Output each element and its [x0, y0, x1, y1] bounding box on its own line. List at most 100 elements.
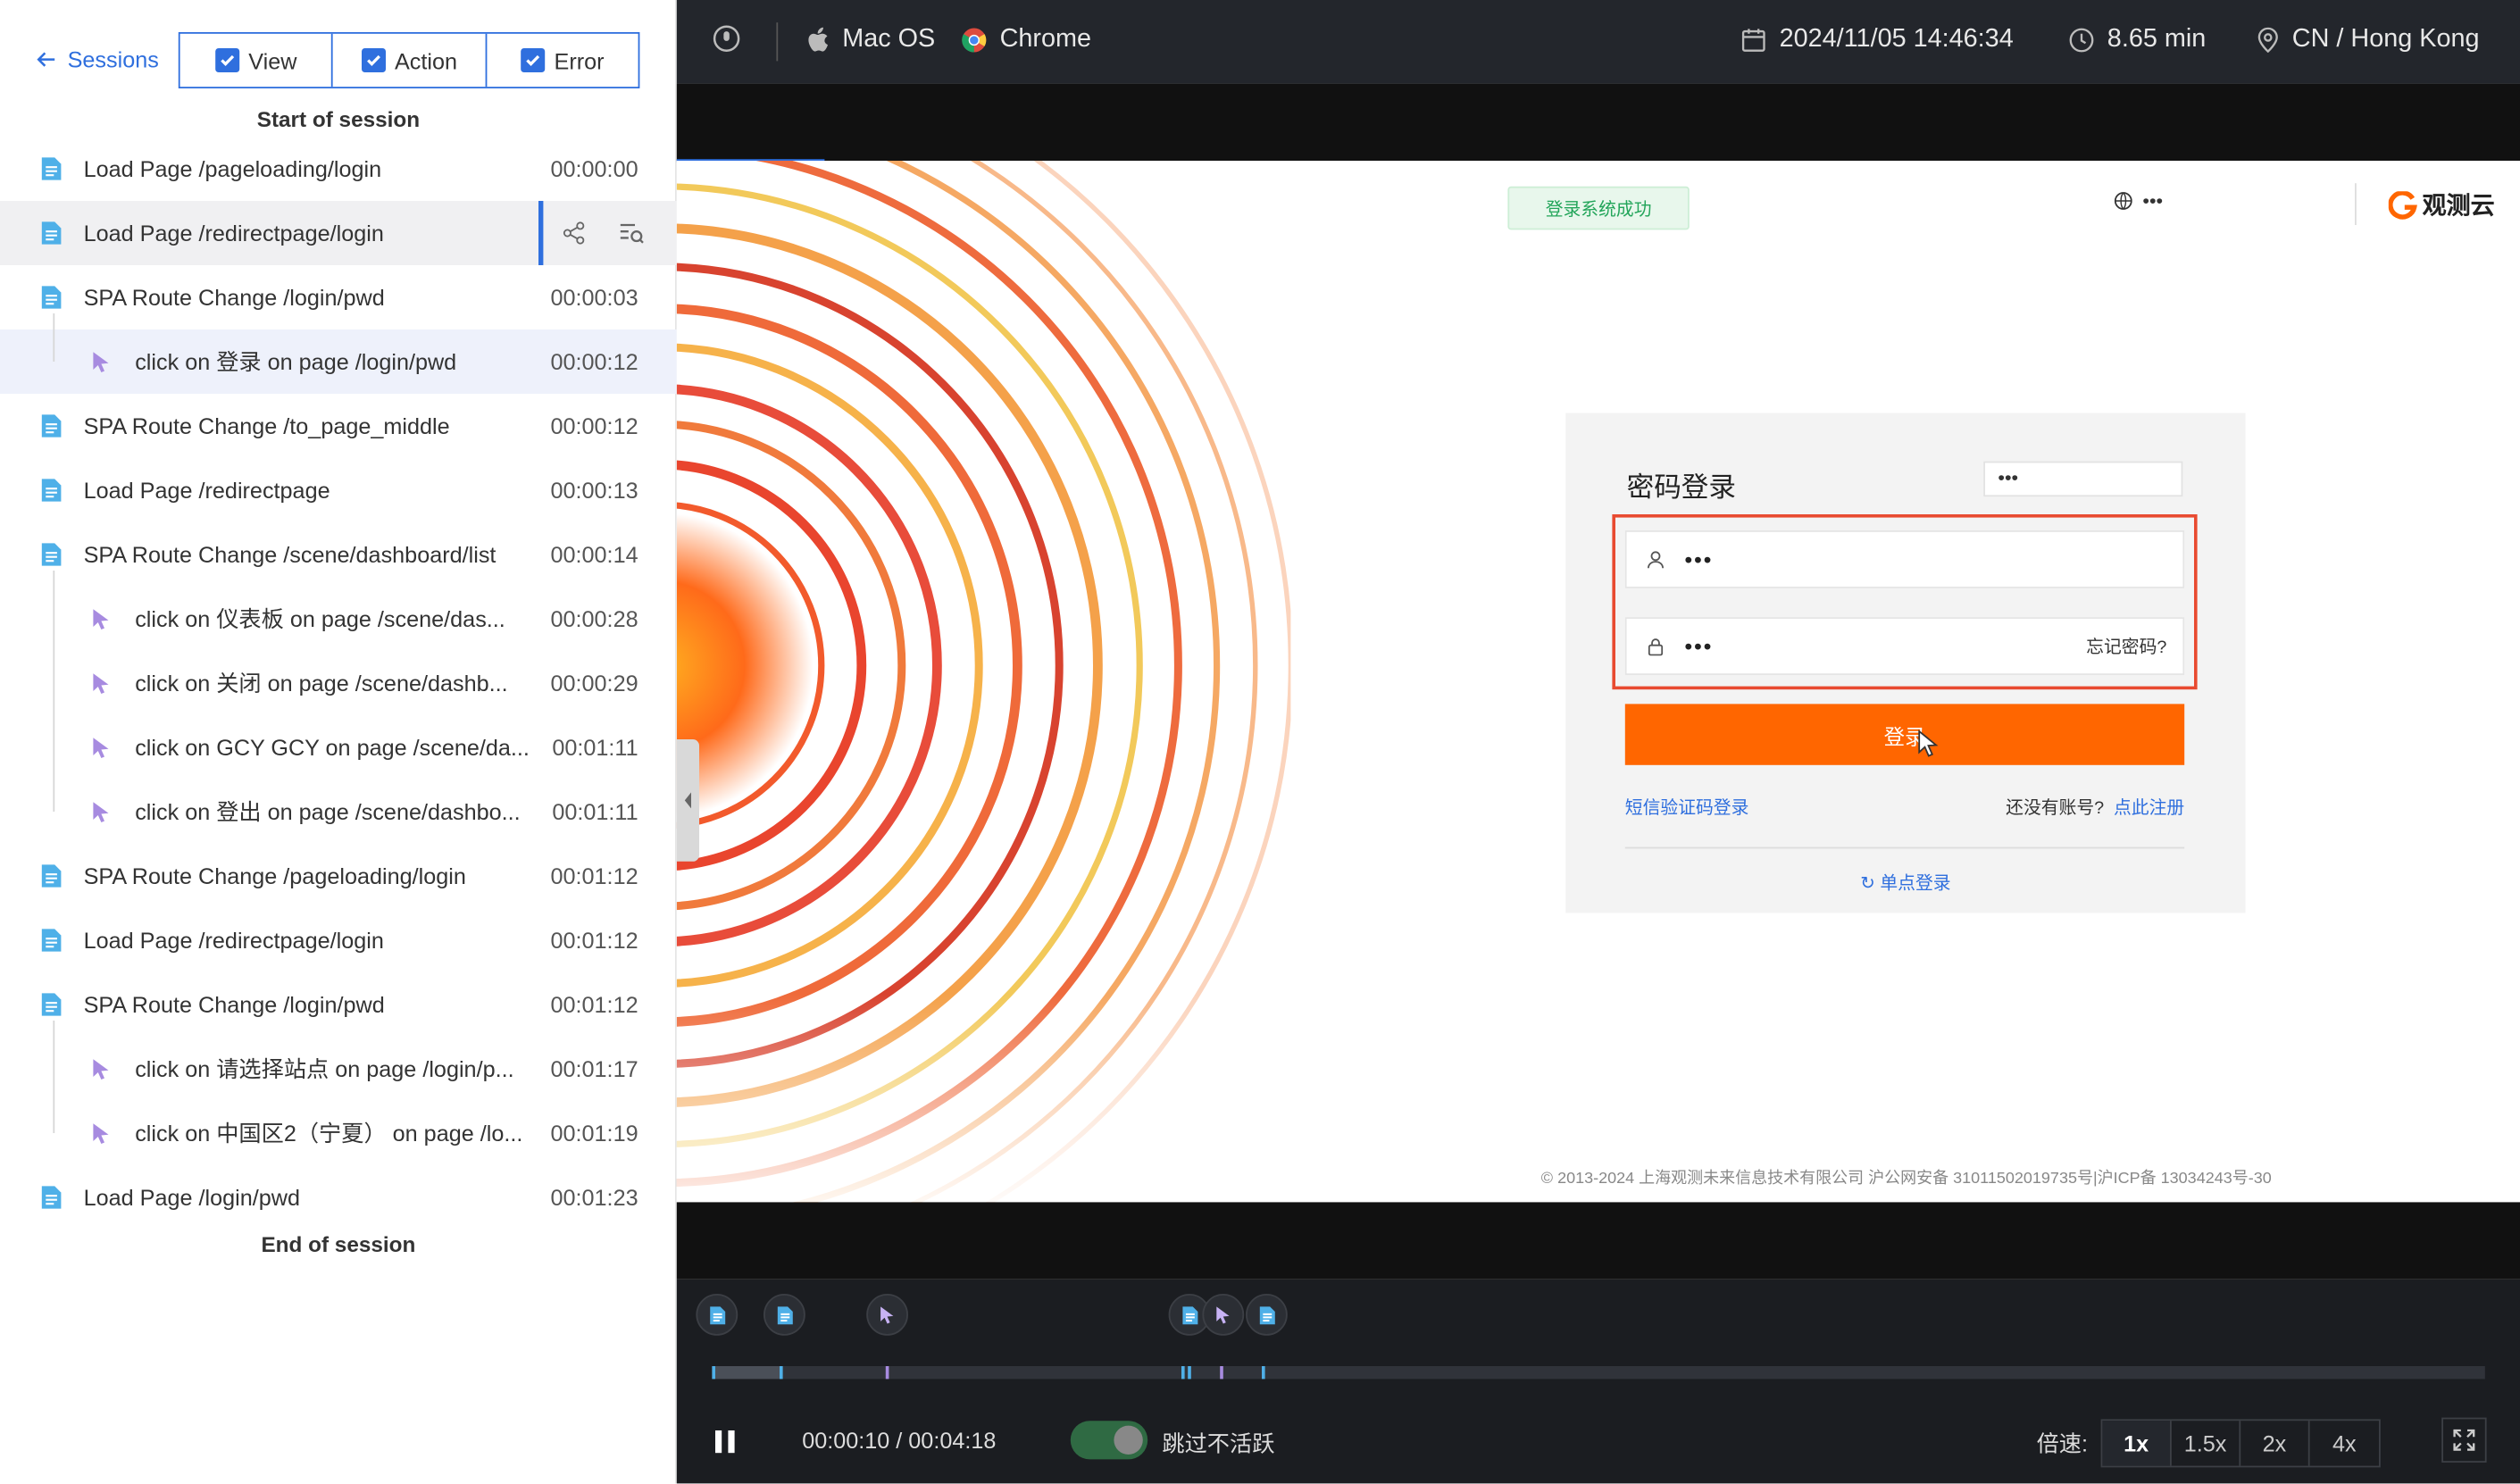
speed-option[interactable]: 4x [2310, 1421, 2379, 1465]
duration-label: 8.65 min [2107, 25, 2207, 54]
sso-login-link[interactable]: ↻ 单点登录 [1565, 870, 2245, 896]
panel-header: Sessions View Action Error [0, 0, 677, 90]
password-input[interactable]: ••• 忘记密码? [1624, 617, 2185, 675]
document-icon [38, 412, 64, 440]
collapse-panel-handle[interactable] [676, 739, 699, 862]
event-timestamp: 00:01:11 [552, 798, 638, 825]
session-info-bar: Mac OS Chrome 2024/11/05 14:46:34 8.65 m… [676, 0, 2520, 84]
username-value: ••• [1684, 546, 1714, 572]
action-event-row[interactable]: click on 关闭 on page /scene/dashb... 00:00… [0, 651, 677, 715]
cursor-click-icon [88, 797, 114, 826]
start-of-session-label: Start of session [256, 107, 421, 132]
cursor-click-icon [88, 1119, 114, 1147]
event-timestamp: 00:00:28 [550, 605, 638, 632]
action-event-row[interactable]: click on 登出 on page /scene/dashbo... 00:0… [0, 780, 677, 844]
fullscreen-button[interactable] [2441, 1417, 2487, 1463]
event-label: click on 中国区2（宁夏） on page /lo... [135, 1120, 523, 1146]
site-select[interactable]: ••• [1983, 461, 2183, 497]
language-value: ••• [2142, 189, 2164, 213]
event-label: click on 请选择站点 on page /login/p... [135, 1055, 514, 1082]
view-event-row[interactable]: SPA Route Change /to_page_middle 00:00:12 [0, 394, 677, 458]
action-event-row[interactable]: click on 仪表板 on page /scene/das... 00:00:… [0, 587, 677, 651]
link-icon: ↻ [1860, 874, 1881, 894]
view-event-row[interactable]: SPA Route Change /scene/dashboard/list 00… [0, 522, 677, 587]
action-event-row[interactable]: click on 中国区2（宁夏） on page /lo... 00:01:19 [0, 1101, 677, 1165]
document-icon [38, 862, 64, 890]
playback-time: 00:00:10 / 00:04:18 [802, 1427, 997, 1454]
document-icon [38, 476, 64, 504]
document-icon [38, 540, 64, 569]
document-icon [38, 219, 64, 247]
view-event-row[interactable]: SPA Route Change /pageloading/login 00:01… [0, 844, 677, 908]
event-label: SPA Route Change /login/pwd [83, 284, 385, 311]
brand-logo: 观测云 [2388, 188, 2495, 222]
skip-inactive-toggle[interactable] [1070, 1421, 1148, 1460]
action-event-row[interactable]: click on GCY GCY on page /scene/da... 00:… [0, 715, 677, 780]
forgot-password-link[interactable]: 忘记密码? [2086, 633, 2166, 659]
back-label: Sessions [67, 46, 159, 72]
event-label: Load Page /login/pwd [83, 1184, 301, 1211]
search-detail-icon[interactable] [614, 215, 650, 251]
checkbox-checked-icon[interactable] [214, 48, 239, 72]
language-switch[interactable]: ••• [2114, 189, 2164, 213]
view-event-row[interactable]: SPA Route Change /login/pwd 00:00:03 [0, 265, 677, 329]
filter-view[interactable]: View [180, 33, 334, 88]
speed-label: 倍速: [2036, 1430, 2089, 1456]
clock-icon [2069, 28, 2094, 53]
share-icon[interactable] [556, 215, 592, 251]
view-event-row[interactable]: Load Page /login/pwd 00:01:23 [0, 1165, 677, 1230]
action-event-row[interactable]: click on 请选择站点 on page /login/p... 00:01:… [0, 1037, 677, 1101]
pause-button[interactable] [715, 1427, 741, 1455]
back-to-sessions-link[interactable]: Sessions [36, 46, 159, 72]
timeline-action-marker[interactable] [1202, 1294, 1245, 1336]
timeline-tick [1220, 1366, 1223, 1380]
row-actions [556, 215, 649, 251]
globe-icon [2114, 192, 2132, 210]
card-divider [1624, 846, 2185, 849]
event-timestamp: 00:00:29 [550, 670, 638, 696]
cursor-click-icon [88, 1055, 114, 1083]
event-label: SPA Route Change /to_page_middle [83, 413, 450, 439]
sms-login-link[interactable]: 短信验证码登录 [1625, 794, 1749, 820]
speed-option[interactable]: 1.5x [2172, 1421, 2241, 1466]
event-label: click on 登出 on page /scene/dashbo... [135, 798, 521, 825]
filter-action[interactable]: Action [333, 33, 487, 88]
replay-letterbox-bottom [676, 1202, 2520, 1280]
timeline-progress [712, 1366, 781, 1380]
cursor-click-icon [88, 604, 114, 633]
event-timestamp: 00:01:12 [550, 863, 638, 889]
action-event-row[interactable]: click on 登录 on page /login/pwd 00:00:12 [0, 329, 677, 394]
view-event-row[interactable]: Load Page /redirectpage/login 00:01:12 [0, 908, 677, 972]
timeline-view-marker[interactable] [764, 1294, 805, 1336]
event-timestamp: 00:01:12 [550, 927, 638, 954]
timeline-tick [1181, 1366, 1185, 1380]
view-event-row[interactable]: SPA Route Change /login/pwd 00:01:12 [0, 972, 677, 1037]
document-icon [38, 283, 64, 312]
password-value: ••• [1684, 633, 1714, 659]
calendar-icon [1741, 29, 1765, 52]
login-button[interactable]: 登录 [1624, 704, 2185, 765]
speed-option[interactable]: 1x [2102, 1421, 2172, 1466]
register-link[interactable]: 点此注册 [2114, 799, 2184, 819]
tree-connector [53, 571, 55, 812]
datetime-label: 2024/11/05 14:46:34 [1779, 25, 2014, 54]
apple-icon [808, 27, 828, 52]
filter-error[interactable]: Error [487, 34, 638, 87]
skip-inactive-label: 跳过不活跃 [1162, 1430, 1275, 1456]
user-icon[interactable] [712, 24, 740, 53]
cursor-click-icon [88, 669, 114, 697]
timeline-tick [1262, 1366, 1265, 1380]
checkbox-checked-icon[interactable] [361, 48, 386, 72]
timeline-view-marker[interactable] [696, 1294, 738, 1336]
view-event-row[interactable]: Load Page /redirectpage 00:00:13 [0, 458, 677, 522]
view-event-row[interactable]: Load Page /pageloading/login 00:00:00 [0, 137, 677, 201]
event-list-panel: Sessions View Action Error Start of sess… [0, 0, 677, 1484]
os-info: Mac OS [807, 26, 935, 54]
username-input[interactable]: ••• [1624, 530, 2185, 588]
speed-option[interactable]: 2x [2240, 1421, 2310, 1466]
timeline-view-marker[interactable] [1246, 1294, 1288, 1336]
cursor-click-icon [88, 733, 114, 762]
checkbox-checked-icon[interactable] [520, 48, 545, 72]
timeline-track[interactable] [712, 1366, 2485, 1380]
timeline-action-marker[interactable] [866, 1294, 908, 1336]
